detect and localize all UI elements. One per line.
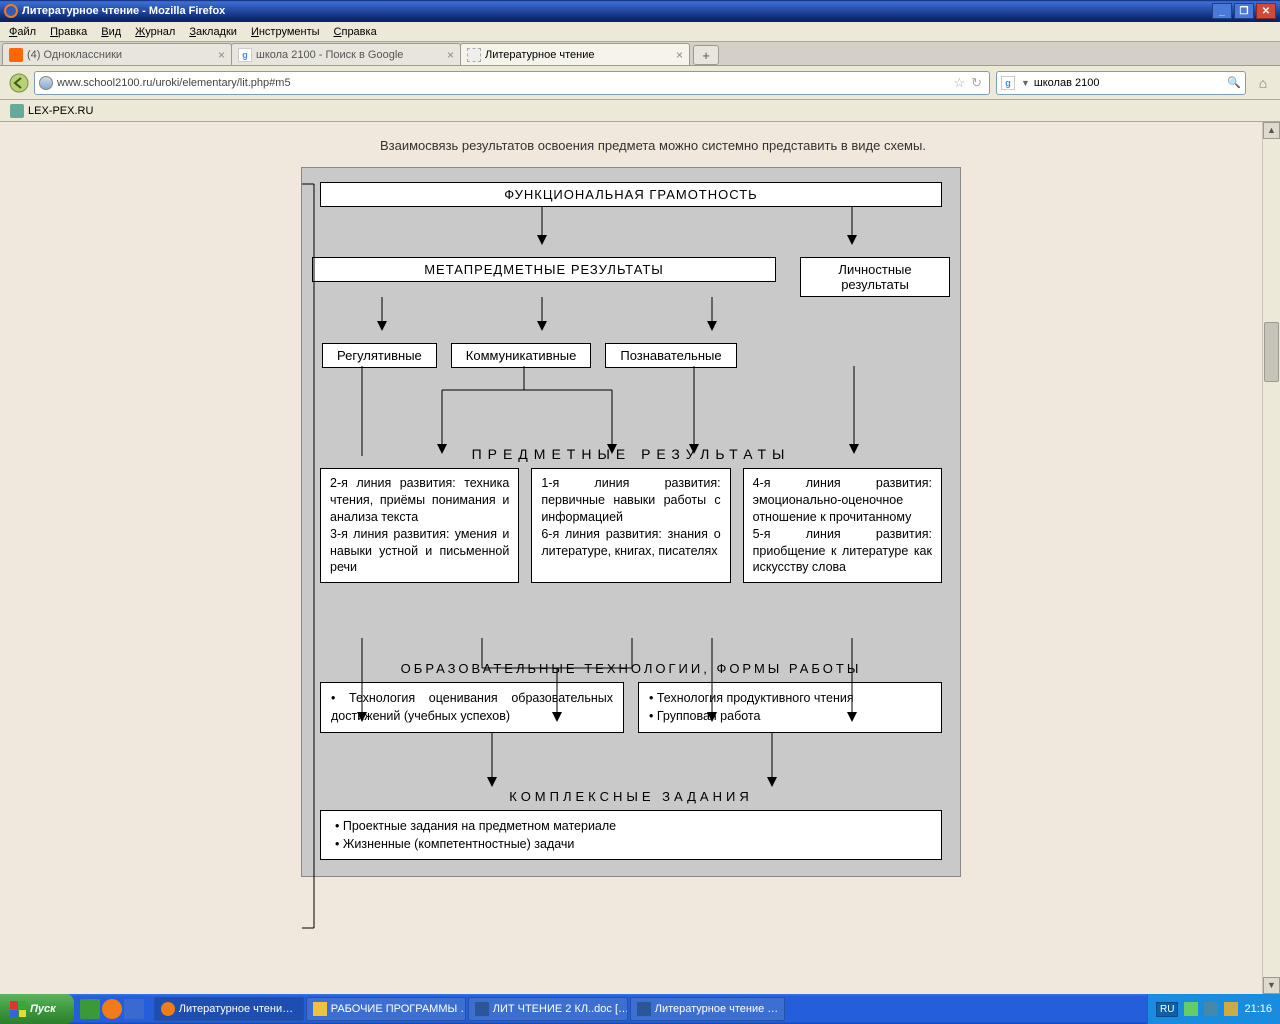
bookmark-star-icon[interactable]: ☆ [950,75,968,91]
menu-tools[interactable]: Инструменты [244,24,327,40]
page-body: Взаимосвязь результатов освоения предмет… [0,122,1262,994]
nav-toolbar: www.school2100.ru/uroki/elementary/lit.p… [0,66,1280,100]
restore-button[interactable]: ❐ [1234,3,1254,19]
task-buttons: Литературное чтени… РАБОЧИЕ ПРОГРАММЫ … … [150,997,1147,1021]
scroll-down-button[interactable]: ▼ [1263,977,1280,994]
task-word2[interactable]: Литературное чтение … [630,997,786,1021]
scroll-up-button[interactable]: ▲ [1263,122,1280,139]
box-meta-results: МЕТАПРЕДМЕТНЫЕ РЕЗУЛЬТАТЫ [312,257,776,282]
scroll-thumb[interactable] [1264,322,1279,382]
menu-history[interactable]: Журнал [128,24,182,40]
clock[interactable]: 21:16 [1244,1003,1272,1015]
close-button[interactable]: ✕ [1256,3,1276,19]
menu-bar: Файл Правка Вид Журнал Закладки Инструме… [0,22,1280,42]
edu-box-1: • Технология оценивания образовательных … [320,682,624,732]
diagram: ФУНКЦИОНАЛЬНАЯ ГРАМОТНОСТЬ МЕТАПРЕДМЕТНЫ… [301,167,961,877]
window-title: Литературное чтение - Mozilla Firefox [22,5,225,17]
folder-icon [313,1002,327,1016]
windows-logo-icon [10,1001,26,1017]
vertical-scrollbar[interactable]: ▲ ▼ [1262,122,1280,994]
word-icon [637,1002,651,1016]
windows-taskbar: Пуск Литературное чтени… РАБОЧИЕ ПРОГРАМ… [0,994,1280,1024]
subject-box-3: 4-я линия развития: эмоционально-оценочн… [743,468,942,583]
task-firefox[interactable]: Литературное чтени… [154,997,304,1021]
quicklaunch-firefox-icon[interactable] [102,999,122,1019]
window-titlebar: Литературное чтение - Mozilla Firefox _ … [0,0,1280,22]
tab-google[interactable]: g школа 2100 - Поиск в Google × [231,43,461,65]
new-tab-button[interactable]: + [693,45,719,65]
close-tab-icon[interactable]: × [672,48,683,62]
reload-icon[interactable]: ↻ [968,75,985,91]
menu-file[interactable]: Файл [2,24,43,40]
intro-text: Взаимосвязь результатов освоения предмет… [0,138,1262,153]
box-cognitive: Познавательные [605,343,736,368]
language-indicator[interactable]: RU [1156,1002,1178,1017]
complex-tasks-title: КОМПЛЕКСНЫЕ ЗАДАНИЯ [312,789,950,804]
bookmark-lexpex[interactable]: LEX-PEX.RU [6,102,97,120]
subject-results-title: ПРЕДМЕТНЫЕ РЕЗУЛЬТАТЫ [312,446,950,462]
box-functional-literacy: ФУНКЦИОНАЛЬНАЯ ГРАМОТНОСТЬ [320,182,942,207]
google-icon: g [238,48,252,62]
quicklaunch-icon[interactable] [124,999,144,1019]
close-tab-icon[interactable]: × [443,48,454,62]
edu-tech-title: ОБРАЗОВАТЕЛЬНЫЕ ТЕХНОЛОГИИ, ФОРМЫ РАБОТЫ [312,661,950,676]
back-button[interactable] [6,70,32,96]
tray-icon[interactable] [1224,1002,1238,1016]
system-tray: RU 21:16 [1147,994,1280,1024]
menu-bookmarks[interactable]: Закладки [182,24,244,40]
tray-icon[interactable] [1204,1002,1218,1016]
menu-edit[interactable]: Правка [43,24,94,40]
quicklaunch-icon[interactable] [80,999,100,1019]
box-personal-results: Личностные результаты [800,257,950,297]
edu-box-2: • Технология продуктивного чтения • Груп… [638,682,942,732]
tab-bar: (4) Одноклассники × g школа 2100 - Поиск… [0,42,1280,66]
odnoklassniki-icon [9,48,23,62]
google-engine-icon[interactable]: g [1001,76,1015,90]
globe-icon [39,76,53,90]
task-folder[interactable]: РАБОЧИЕ ПРОГРАММЫ … [306,997,466,1021]
start-button[interactable]: Пуск [0,994,74,1024]
quick-launch [74,999,150,1019]
menu-help[interactable]: Справка [327,24,384,40]
complex-tasks-box: • Проектные задания на предметном матери… [320,810,942,860]
engine-dropdown-icon[interactable]: ▼ [1017,78,1034,88]
bookmarks-toolbar: LEX-PEX.RU [0,100,1280,122]
box-communicative: Коммуникативные [451,343,592,368]
word-icon [475,1002,489,1016]
content-area: Взаимосвязь результатов освоения предмет… [0,122,1280,994]
subject-box-2: 1-я линия развития: первичные навыки раб… [531,468,730,583]
box-regulatory: Регулятивные [322,343,437,368]
firefox-icon [4,4,18,18]
subject-box-1: 2-я линия развития: техника чтения, приё… [320,468,519,583]
menu-view[interactable]: Вид [94,24,128,40]
home-button[interactable]: ⌂ [1252,72,1274,94]
search-bar[interactable]: g ▼ школав 2100 🔍 [996,71,1246,95]
close-tab-icon[interactable]: × [214,48,225,62]
url-bar[interactable]: www.school2100.ru/uroki/elementary/lit.p… [34,71,990,95]
search-icon[interactable]: 🔍 [1227,76,1241,89]
back-arrow-icon [9,73,29,93]
search-query: школав 2100 [1034,77,1227,89]
tray-icon[interactable] [1184,1002,1198,1016]
url-text: www.school2100.ru/uroki/elementary/lit.p… [57,77,950,89]
tab-odnoklassniki[interactable]: (4) Одноклассники × [2,43,232,65]
tab-active[interactable]: Литературное чтение × [460,43,690,65]
task-word1[interactable]: ЛИТ ЧТЕНИЕ 2 КЛ..doc [… [468,997,628,1021]
minimize-button[interactable]: _ [1212,3,1232,19]
bookmark-icon [10,104,24,118]
page-icon [467,48,481,62]
firefox-icon [161,1002,175,1016]
